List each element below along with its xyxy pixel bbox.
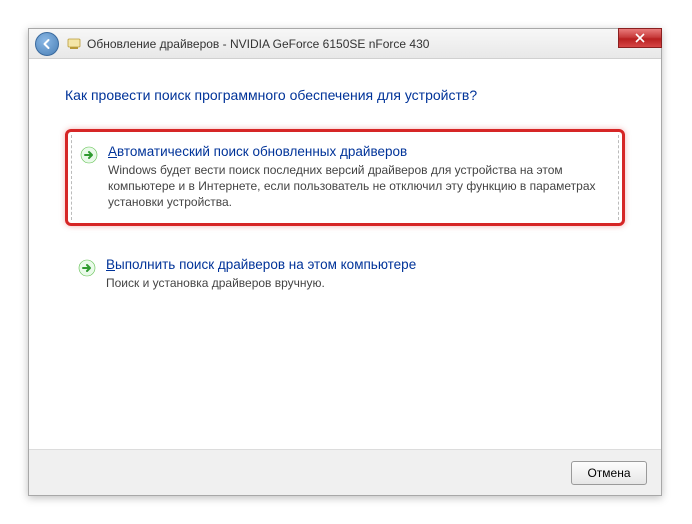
back-button[interactable] — [35, 32, 59, 56]
option-manual-desc: Поиск и установка драйверов вручную. — [106, 275, 608, 291]
option-manual-text: Выполнить поиск драйверов на этом компью… — [106, 257, 608, 291]
titlebar: Обновление драйверов - NVIDIA GeForce 61… — [29, 29, 661, 59]
option-manual-search[interactable]: Выполнить поиск драйверов на этом компью… — [65, 244, 625, 304]
option-auto-desc: Windows будет вести поиск последних верс… — [108, 162, 606, 211]
arrow-right-icon — [80, 146, 98, 164]
close-icon — [635, 33, 645, 43]
footer: Отмена — [29, 449, 661, 495]
content-area: Как провести поиск программного обеспече… — [29, 59, 661, 332]
page-heading: Как провести поиск программного обеспече… — [65, 87, 625, 103]
window-title: Обновление драйверов - NVIDIA GeForce 61… — [87, 37, 429, 51]
option-manual-title: Выполнить поиск драйверов на этом компью… — [106, 257, 608, 272]
option-auto-title: Автоматический поиск обновленных драйвер… — [108, 144, 606, 159]
option-auto-accel: А — [108, 144, 117, 159]
back-arrow-icon — [41, 38, 53, 50]
arrow-right-icon — [78, 259, 96, 277]
cancel-button[interactable]: Отмена — [571, 461, 647, 485]
option-auto-search[interactable]: Автоматический поиск обновленных драйвер… — [65, 129, 625, 226]
option-manual-accel: В — [106, 257, 115, 272]
option-auto-text: Автоматический поиск обновленных драйвер… — [108, 144, 606, 211]
option-auto-title-rest: втоматический поиск обновленных драйверо… — [117, 144, 407, 159]
device-icon — [67, 37, 81, 51]
close-button[interactable] — [618, 28, 662, 48]
driver-update-wizard-window: Обновление драйверов - NVIDIA GeForce 61… — [28, 28, 662, 496]
option-manual-title-rest: ыполнить поиск драйверов на этом компьют… — [115, 257, 416, 272]
